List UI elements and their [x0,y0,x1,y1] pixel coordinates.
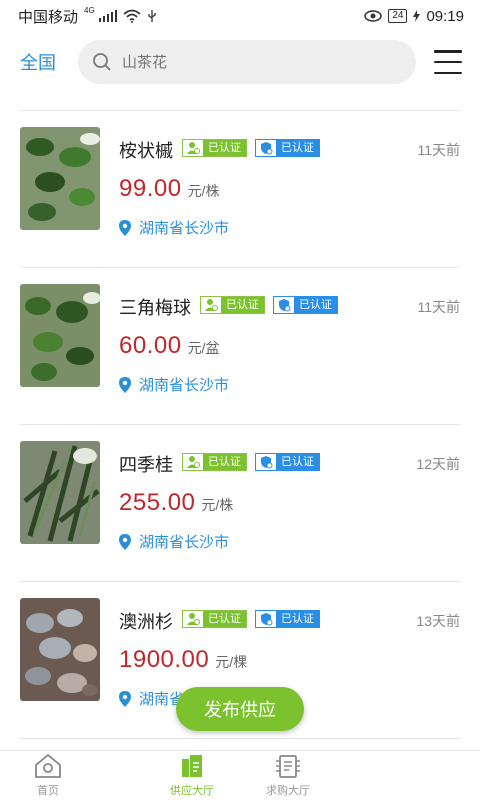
post-time: 11天前 [417,299,460,315]
carrier-label: 中国移动 [18,8,79,26]
personal-cert-badge: 已认证 [182,453,247,471]
price: 99.00 [119,175,182,202]
header: 全国 [0,38,480,86]
product-thumbnail [20,284,100,387]
company-cert-badge: 已认证 [255,610,320,628]
post-time: 11天前 [417,142,460,158]
badge-text: 已认证 [276,454,319,470]
personal-cert-badge: 已认证 [182,139,247,157]
badge-text: 已认证 [203,454,246,470]
home-icon [35,753,61,778]
company-cert-badge: 已认证 [255,139,320,157]
region-selector[interactable]: 全国 [20,49,76,75]
tab-purchase-hall[interactable]: 求购大厅 [238,751,338,800]
post-time: 12天前 [416,456,460,472]
shield-icon [256,611,276,627]
price-row: 60.00 元/盆 [119,332,219,360]
search-icon [93,53,111,71]
badge-text: 已认证 [203,611,246,627]
post-time: 13天前 [416,613,460,629]
bottom-nav: 首页 供应大厅 求购大厅 [0,750,480,800]
location-text: 湖南省长沙市 [139,534,230,551]
usb-icon [148,10,156,22]
charging-icon [413,10,421,22]
clock: 09:19 [426,7,464,25]
badge-text: 已认证 [276,611,319,627]
location: 湖南省长沙市 [119,531,229,552]
supply-list: 桉状槭 已认证 已认证 11天前 99.00 元/株 湖南省长沙市 三角梅球 已… [20,110,460,739]
product-name: 三角梅球 [119,298,191,318]
price-row: 1900.00 元/棵 [119,646,247,674]
search-bar[interactable] [78,40,416,84]
eye-icon [364,10,383,22]
tab-home[interactable]: 首页 [0,751,98,800]
status-left: 中国移动 4G [18,6,157,27]
location-text: 湖南省长沙市 [139,377,230,394]
menu-icon[interactable] [434,50,462,74]
badge-text: 已认证 [276,140,319,156]
price-unit: 元/盆 [187,340,220,356]
product-thumbnail [20,441,100,544]
publish-supply-button[interactable]: 发布供应 [176,687,304,731]
badge-text: 已认证 [203,140,246,156]
product-name: 桉状槭 [119,141,173,161]
price-unit: 元/棵 [215,654,248,670]
location-pin-icon [119,376,131,393]
location-pin-icon [119,219,131,236]
person-icon [201,297,221,313]
list-item[interactable]: 三角梅球 已认证 已认证 11天前 60.00 元/盆 湖南省长沙市 [20,268,460,425]
battery-indicator: 24 [388,9,408,23]
price: 60.00 [119,332,182,359]
cert-badges: 已认证 已认证 [182,453,320,471]
wifi-icon [123,9,141,23]
product-name: 四季桂 [119,455,173,475]
personal-cert-badge: 已认证 [200,296,265,314]
location-text: 湖南省长沙市 [139,220,230,237]
product-thumbnail [20,127,100,230]
company-cert-badge: 已认证 [273,296,338,314]
cert-badges: 已认证 已认证 [182,139,320,157]
cert-badges: 已认证 已认证 [200,296,338,314]
price-unit: 元/株 [187,183,220,199]
search-input[interactable] [122,53,322,71]
person-icon [183,454,203,470]
shield-icon [256,140,276,156]
badge-text: 已认证 [294,297,337,313]
purchase-hall-icon [276,755,300,778]
supply-hall-icon [182,755,202,777]
status-right: 24 09:19 [364,8,464,25]
price-unit: 元/株 [201,497,234,513]
company-cert-badge: 已认证 [255,453,320,471]
personal-cert-badge: 已认证 [182,610,247,628]
product-thumbnail [20,598,100,701]
price: 1900.00 [119,646,210,673]
location-pin-icon [119,690,131,707]
cell-signal-icon [98,10,117,22]
shield-icon [256,454,276,470]
tab-purchase-hall-label: 求购大厅 [266,785,310,797]
shield-icon [274,297,294,313]
product-name: 澳洲杉 [119,612,173,632]
price-row: 99.00 元/株 [119,175,219,203]
status-bar: 中国移动 4G 24 09:19 [0,0,480,32]
location: 湖南省长沙市 [119,217,229,238]
cert-badges: 已认证 已认证 [182,610,320,628]
badge-text: 已认证 [221,297,264,313]
list-item[interactable]: 四季桂 已认证 已认证 12天前 255.00 元/株 湖南省长沙市 [20,425,460,582]
price: 255.00 [119,489,196,516]
location-pin-icon [119,533,131,550]
network-label: 4G [84,5,95,15]
person-icon [183,611,203,627]
tab-home-label: 首页 [37,785,59,797]
tab-supply-hall-label: 供应大厅 [170,785,214,797]
list-item[interactable]: 桉状槭 已认证 已认证 11天前 99.00 元/株 湖南省长沙市 [20,111,460,268]
tab-supply-hall[interactable]: 供应大厅 [142,751,242,800]
location: 湖南省长沙市 [119,374,229,395]
price-row: 255.00 元/株 [119,489,233,517]
person-icon [183,140,203,156]
